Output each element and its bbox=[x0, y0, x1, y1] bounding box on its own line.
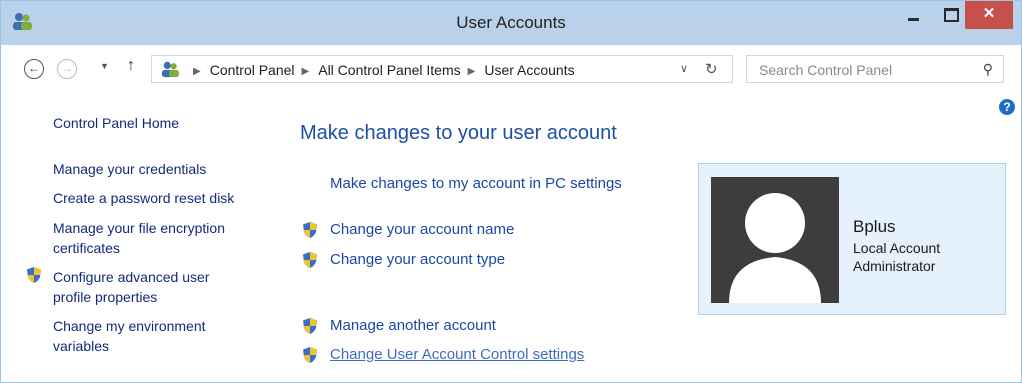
page-title: Make changes to your user account bbox=[300, 122, 617, 144]
forward-arrow-icon[interactable]: → bbox=[57, 59, 77, 79]
sidebar-item-advanced-profile[interactable]: Configure advanced user profile properti… bbox=[53, 267, 209, 307]
account-tile: Bplus Local Account Administrator bbox=[698, 163, 1006, 315]
account-role: Administrator bbox=[853, 258, 936, 274]
pc-settings-link[interactable]: Make changes to my account in PC setting… bbox=[330, 175, 622, 192]
sidebar-item-control-panel-home[interactable]: Control Panel Home bbox=[53, 113, 179, 133]
manage-another-account-link[interactable]: Manage another account bbox=[330, 317, 496, 334]
refresh-icon[interactable]: ↻ bbox=[705, 60, 718, 78]
sidebar-item-file-encryption[interactable]: Manage your file encryption certificates bbox=[53, 218, 225, 258]
uac-shield-icon bbox=[303, 252, 317, 268]
sidebar-item-label: certificates bbox=[53, 240, 120, 256]
breadcrumb-control-panel[interactable]: Control Panel bbox=[210, 62, 295, 78]
title-bar[interactable]: User Accounts ✕ bbox=[1, 1, 1021, 45]
search-input[interactable]: Search Control Panel bbox=[759, 62, 892, 78]
user-accounts-window: User Accounts ✕ ← → ▼ ↑ ▶ Control Panel ▶ A… bbox=[0, 0, 1022, 383]
user-silhouette-icon bbox=[729, 193, 821, 303]
address-history-dropdown-icon[interactable]: ∨ bbox=[680, 62, 688, 75]
minimize-button[interactable] bbox=[896, 1, 930, 29]
breadcrumb-separator-icon[interactable]: ▶ bbox=[302, 66, 310, 77]
account-name: Bplus bbox=[853, 217, 896, 236]
sidebar-item-label: profile properties bbox=[53, 289, 158, 305]
sidebar-item-label: variables bbox=[53, 338, 110, 354]
breadcrumb: ▶ Control Panel ▶ All Control Panel Items ▶ U… bbox=[186, 62, 575, 78]
sidebar-item-label: Change my environment bbox=[53, 318, 206, 334]
breadcrumb-user-accounts[interactable]: User Accounts bbox=[484, 62, 574, 78]
sidebar-item-label: Manage your file encryption bbox=[53, 220, 225, 236]
sidebar-item-label: Configure advanced user bbox=[53, 269, 210, 285]
uac-shield-icon bbox=[303, 222, 317, 238]
search-box[interactable]: Search Control Panel ⚲ bbox=[746, 55, 1004, 83]
address-bar[interactable]: ▶ Control Panel ▶ All Control Panel Items ▶ U… bbox=[151, 55, 733, 83]
sidebar-item-password-reset-disk[interactable]: Create a password reset disk bbox=[53, 188, 234, 208]
recent-locations-dropdown-icon[interactable]: ▼ bbox=[100, 61, 109, 71]
maximize-button[interactable] bbox=[933, 1, 967, 29]
uac-shield-icon bbox=[27, 267, 41, 283]
close-button[interactable]: ✕ bbox=[965, 1, 1013, 29]
search-icon[interactable]: ⚲ bbox=[983, 61, 993, 78]
up-arrow-icon[interactable]: ↑ bbox=[127, 57, 135, 75]
uac-shield-icon bbox=[303, 347, 317, 363]
navigation-bar: ← → ▼ ↑ ▶ Control Panel ▶ All Control Panel… bbox=[1, 45, 1021, 97]
account-type: Local Account bbox=[853, 240, 941, 256]
uac-shield-icon bbox=[303, 318, 317, 334]
breadcrumb-separator-icon[interactable]: ▶ bbox=[193, 66, 201, 77]
breadcrumb-separator-icon[interactable]: ▶ bbox=[468, 66, 476, 77]
users-icon bbox=[161, 61, 179, 78]
back-arrow-icon[interactable]: ← bbox=[24, 59, 44, 79]
default-user-avatar bbox=[711, 177, 839, 303]
breadcrumb-all-items[interactable]: All Control Panel Items bbox=[318, 62, 460, 78]
change-account-type-link[interactable]: Change your account type bbox=[330, 251, 505, 268]
sidebar-item-environment-variables[interactable]: Change my environment variables bbox=[53, 316, 206, 356]
help-icon[interactable]: ? bbox=[999, 99, 1015, 115]
sidebar-item-manage-credentials[interactable]: Manage your credentials bbox=[53, 159, 206, 179]
uac-settings-link[interactable]: Change User Account Control settings bbox=[330, 346, 584, 363]
window-title: User Accounts bbox=[456, 13, 566, 32]
change-account-name-link[interactable]: Change your account name bbox=[330, 221, 514, 238]
